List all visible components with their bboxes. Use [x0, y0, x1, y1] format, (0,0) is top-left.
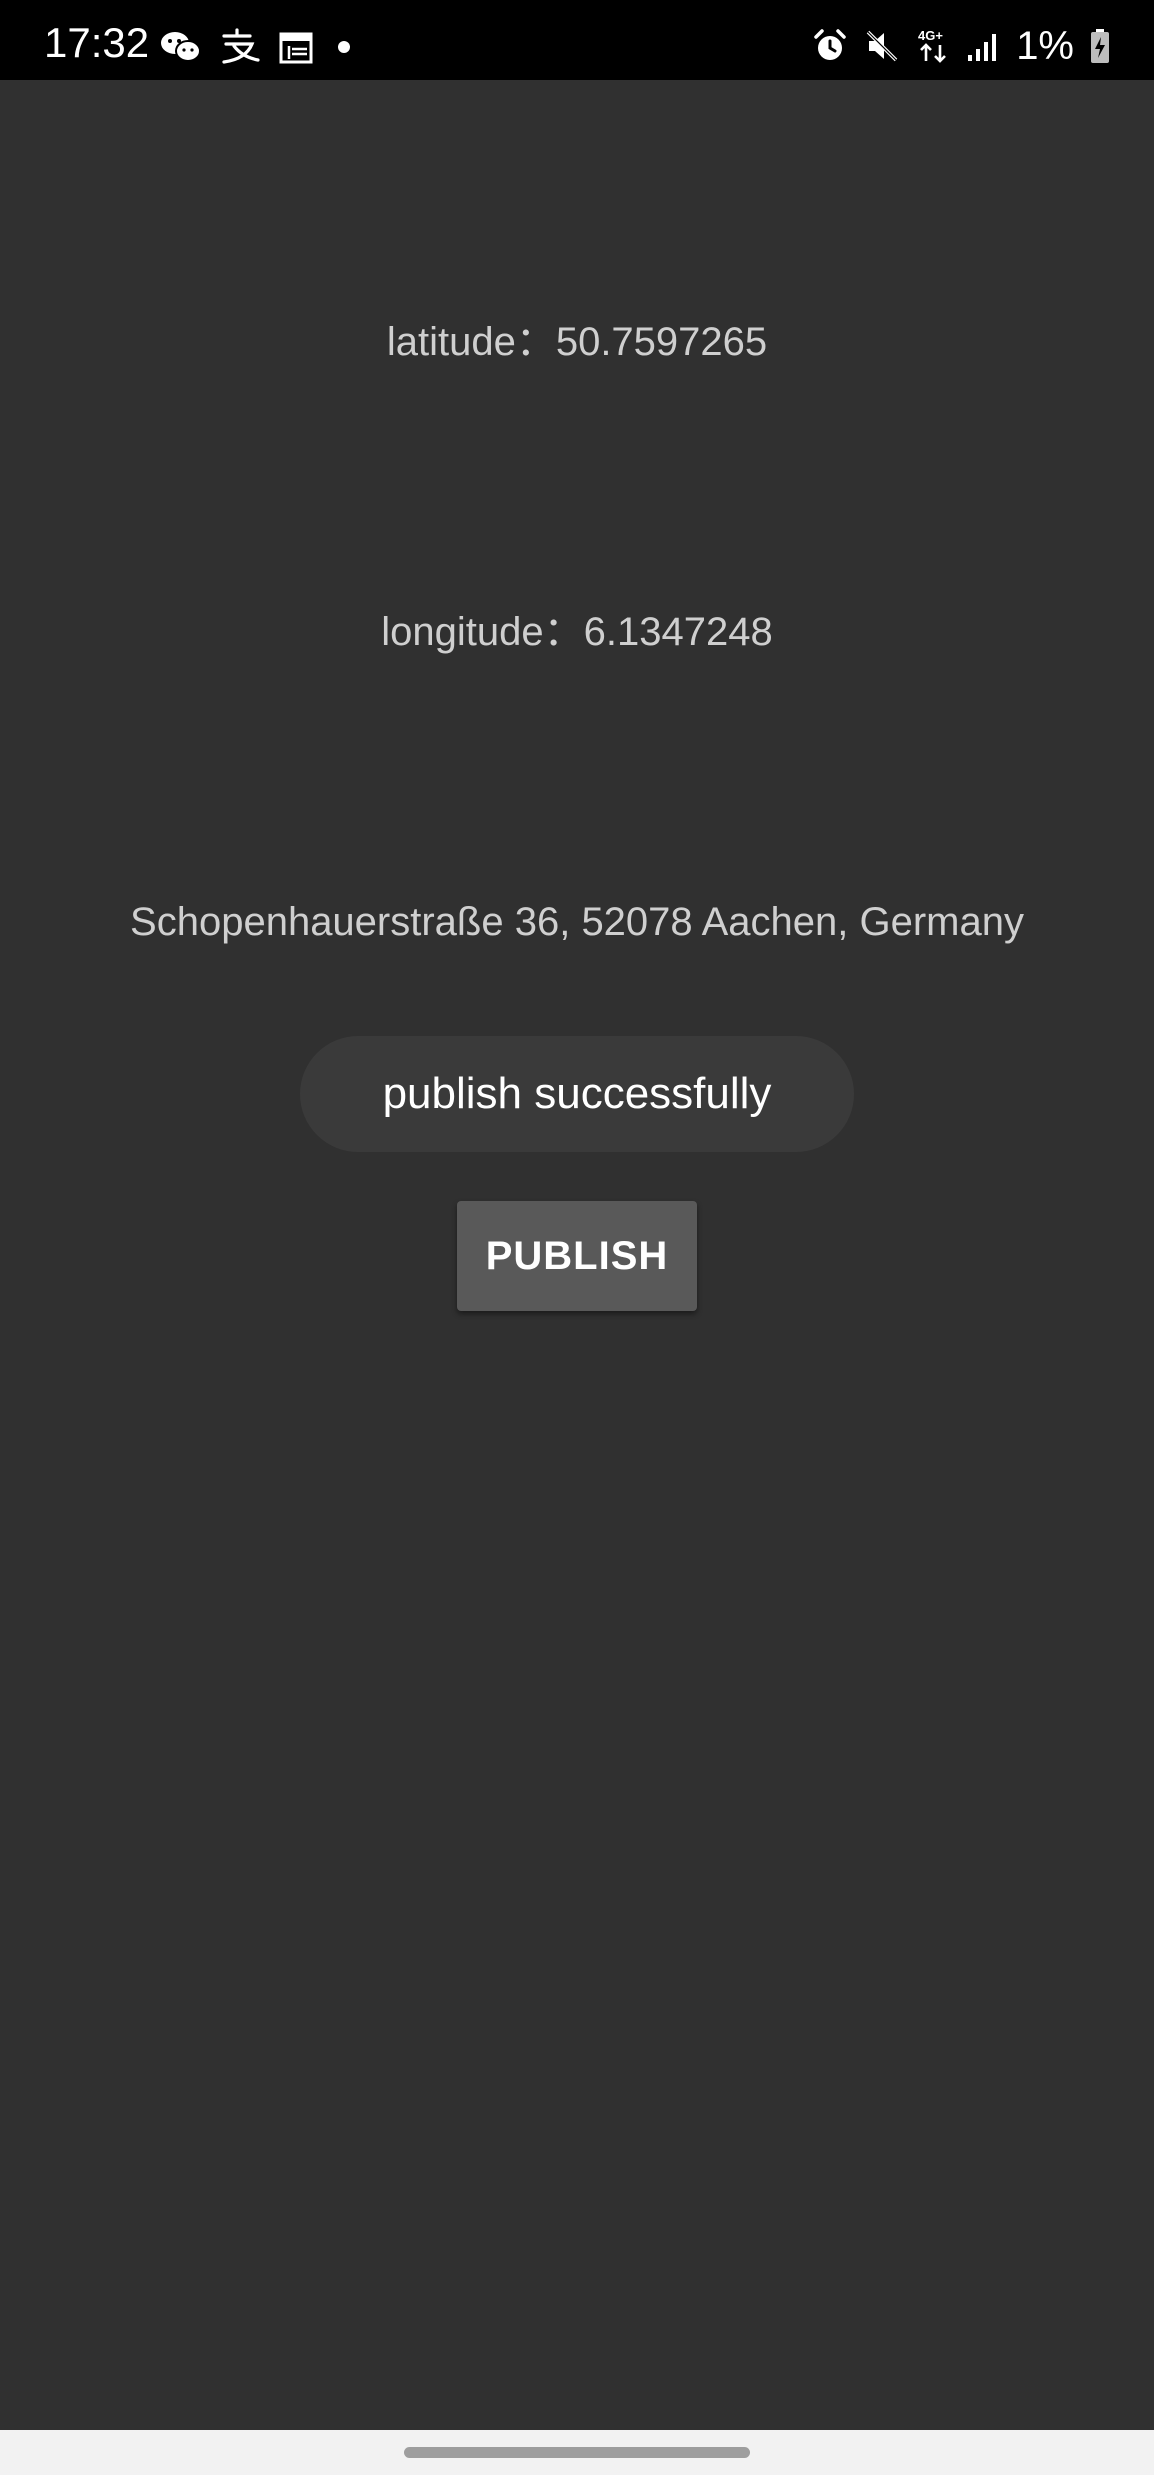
status-time: 17:32 — [44, 19, 150, 66]
wechat-icon — [160, 29, 202, 65]
longitude-value: 6.1347248 — [583, 610, 773, 654]
toast-message: publish successfully — [300, 1036, 854, 1152]
svg-text:4G+: 4G+ — [918, 28, 943, 43]
alarm-icon — [812, 28, 848, 64]
4g-data-icon: 4G+ — [916, 27, 950, 65]
alipay-icon — [220, 28, 260, 66]
notification-dot-icon — [332, 35, 356, 59]
mute-icon — [864, 28, 900, 64]
longitude-label: longitude： — [381, 610, 584, 654]
status-right-icons: 4G+ 1% — [812, 26, 1110, 66]
battery-charging-icon — [1090, 28, 1110, 64]
calendar-icon — [278, 29, 314, 65]
navigation-bar — [0, 2430, 1154, 2475]
address-text: Schopenhauerstraße 36, 52078 Aachen, Ger… — [130, 900, 1024, 944]
longitude-text: longitude：6.1347248 — [0, 608, 1154, 656]
main-content: latitude：50.7597265 longitude：6.1347248 … — [0, 80, 1154, 2430]
battery-percent: 1% — [1016, 24, 1074, 68]
latitude-label: latitude： — [386, 320, 556, 364]
status-left-icons — [160, 28, 356, 66]
status-bar: 17:32 4G+ 1% — [0, 0, 1154, 80]
signal-icon — [966, 29, 1000, 63]
publish-button[interactable]: PUBLISH — [457, 1201, 697, 1311]
latitude-text: latitude：50.7597265 — [0, 318, 1154, 366]
latitude-value: 50.7597265 — [555, 320, 768, 364]
home-indicator[interactable] — [404, 2447, 750, 2458]
